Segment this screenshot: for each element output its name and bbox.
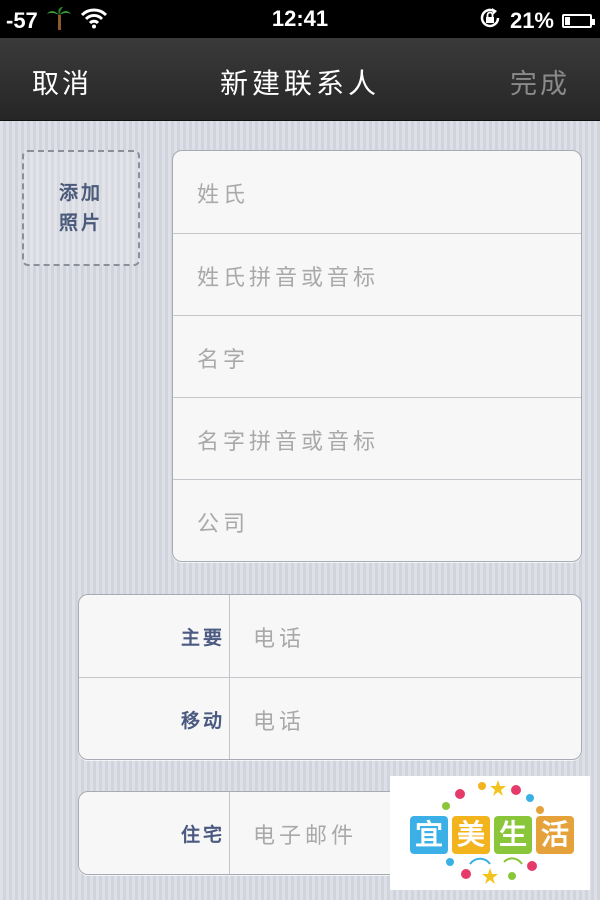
phone-row-mobile[interactable]: 移动 电话 xyxy=(79,677,581,759)
svg-text:美: 美 xyxy=(457,818,485,851)
watermark-logo-graphic: 宜 美 生 活 xyxy=(410,780,574,884)
first-name-phonetic-field[interactable]: 名字拼音或音标 xyxy=(173,397,581,479)
email-label-home[interactable]: 住宅 xyxy=(79,820,225,847)
battery-percent: 21% xyxy=(509,8,554,33)
last-name-phonetic-field[interactable]: 姓氏拼音或音标 xyxy=(173,233,581,315)
svg-text:活: 活 xyxy=(541,818,569,851)
name-fields-group: 姓氏 姓氏拼音或音标 名字 名字拼音或音标 公司 xyxy=(172,150,582,562)
phone-fields-group: 主要 电话 移动 电话 xyxy=(78,594,582,760)
nav-bar: 取消 新建联系人 完成 xyxy=(0,38,600,121)
watermark-logo: 宜 美 生 活 xyxy=(390,776,590,890)
phone-input-mobile[interactable]: 电话 xyxy=(253,704,305,736)
field-placeholder: 名字 xyxy=(197,348,250,373)
divider xyxy=(229,595,230,677)
done-button[interactable]: 完成 xyxy=(510,62,570,101)
status-right: 21% xyxy=(478,6,595,36)
battery-fill xyxy=(565,17,570,25)
field-placeholder: 姓氏 xyxy=(197,183,250,208)
email-input-home[interactable]: 电子邮件 xyxy=(253,818,357,850)
phone-label-main[interactable]: 主要 xyxy=(79,623,225,650)
divider xyxy=(229,792,230,874)
rotation-lock-icon xyxy=(478,6,502,36)
divider xyxy=(229,678,230,759)
company-field[interactable]: 公司 xyxy=(173,479,581,561)
field-placeholder: 公司 xyxy=(197,512,250,537)
svg-text:生: 生 xyxy=(499,818,527,851)
status-bar: -57 12:41 21% xyxy=(0,0,600,38)
svg-text:宜: 宜 xyxy=(415,818,443,851)
phone-row-main[interactable]: 主要 电话 xyxy=(79,595,581,677)
field-placeholder: 名字拼音或音标 xyxy=(197,430,380,455)
add-photo-button[interactable]: 添加照片 xyxy=(22,150,140,266)
last-name-field[interactable]: 姓氏 xyxy=(173,151,581,233)
battery-icon xyxy=(562,14,595,28)
phone-label-mobile[interactable]: 移动 xyxy=(79,706,225,733)
phone-input-main[interactable]: 电话 xyxy=(253,621,305,653)
field-placeholder: 姓氏拼音或音标 xyxy=(197,266,380,291)
first-name-field[interactable]: 名字 xyxy=(173,315,581,397)
add-photo-label: 添加照片 xyxy=(58,182,103,234)
